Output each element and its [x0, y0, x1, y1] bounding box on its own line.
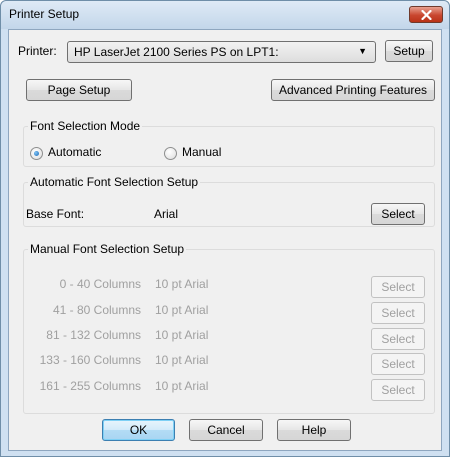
dialog-body: Printer: HP LaserJet 2100 Series PS on L… [8, 29, 442, 451]
printer-setup-dialog: Printer Setup Printer: HP LaserJet 2100 … [0, 0, 450, 457]
manual-row-columns: 41 - 80 Columns [52, 303, 141, 317]
font-selection-mode-legend: Font Selection Mode [30, 119, 141, 133]
manual-row-font: 10 pt Arial [155, 353, 209, 367]
font-selection-mode-group: Font Selection Mode [23, 119, 435, 167]
page-setup-button[interactable]: Page Setup [26, 79, 132, 101]
chevron-down-icon: ▼ [358, 46, 367, 56]
manual-row-columns: 0 - 40 Columns [59, 277, 141, 291]
cancel-button[interactable]: Cancel [189, 419, 263, 441]
automatic-label[interactable]: Automatic [48, 145, 101, 159]
printer-select[interactable]: HP LaserJet 2100 Series PS on LPT1: ▼ [67, 41, 376, 63]
manual-row-font: 10 pt Arial [155, 379, 209, 393]
printer-label: Printer: [18, 44, 57, 58]
automatic-font-setup-legend: Automatic Font Selection Setup [30, 175, 199, 189]
setup-button[interactable]: Setup [385, 40, 433, 62]
base-font-label: Base Font: [26, 207, 85, 221]
title-bar[interactable]: Printer Setup [1, 1, 449, 29]
manual-row-font: 10 pt Arial [155, 303, 209, 317]
manual-row-columns: 161 - 255 Columns [39, 379, 141, 393]
ok-button[interactable]: OK [102, 419, 175, 441]
manual-font-setup-legend: Manual Font Selection Setup [30, 242, 185, 256]
close-icon [420, 9, 432, 20]
advanced-printing-features-button[interactable]: Advanced Printing Features [271, 79, 435, 101]
manual-row-select-button[interactable]: Select [371, 328, 425, 350]
base-font-select-button[interactable]: Select [371, 203, 425, 225]
printer-select-value: HP LaserJet 2100 Series PS on LPT1: [74, 45, 279, 59]
base-font-value: Arial [154, 207, 179, 221]
manual-row-columns: 133 - 160 Columns [39, 353, 141, 367]
close-button[interactable] [409, 6, 443, 23]
manual-row-select-button[interactable]: Select [371, 353, 425, 375]
automatic-radio[interactable] [30, 147, 43, 160]
manual-row-font: 10 pt Arial [155, 328, 209, 342]
manual-row-select-button[interactable]: Select [371, 302, 425, 324]
manual-label[interactable]: Manual [182, 145, 221, 159]
manual-radio[interactable] [164, 147, 177, 160]
window-title: Printer Setup [9, 7, 80, 21]
manual-row-select-button[interactable]: Select [371, 379, 425, 401]
manual-row-font: 10 pt Arial [155, 277, 209, 291]
help-button[interactable]: Help [277, 419, 351, 441]
manual-row-columns: 81 - 132 Columns [46, 328, 141, 342]
manual-row-select-button[interactable]: Select [371, 276, 425, 298]
